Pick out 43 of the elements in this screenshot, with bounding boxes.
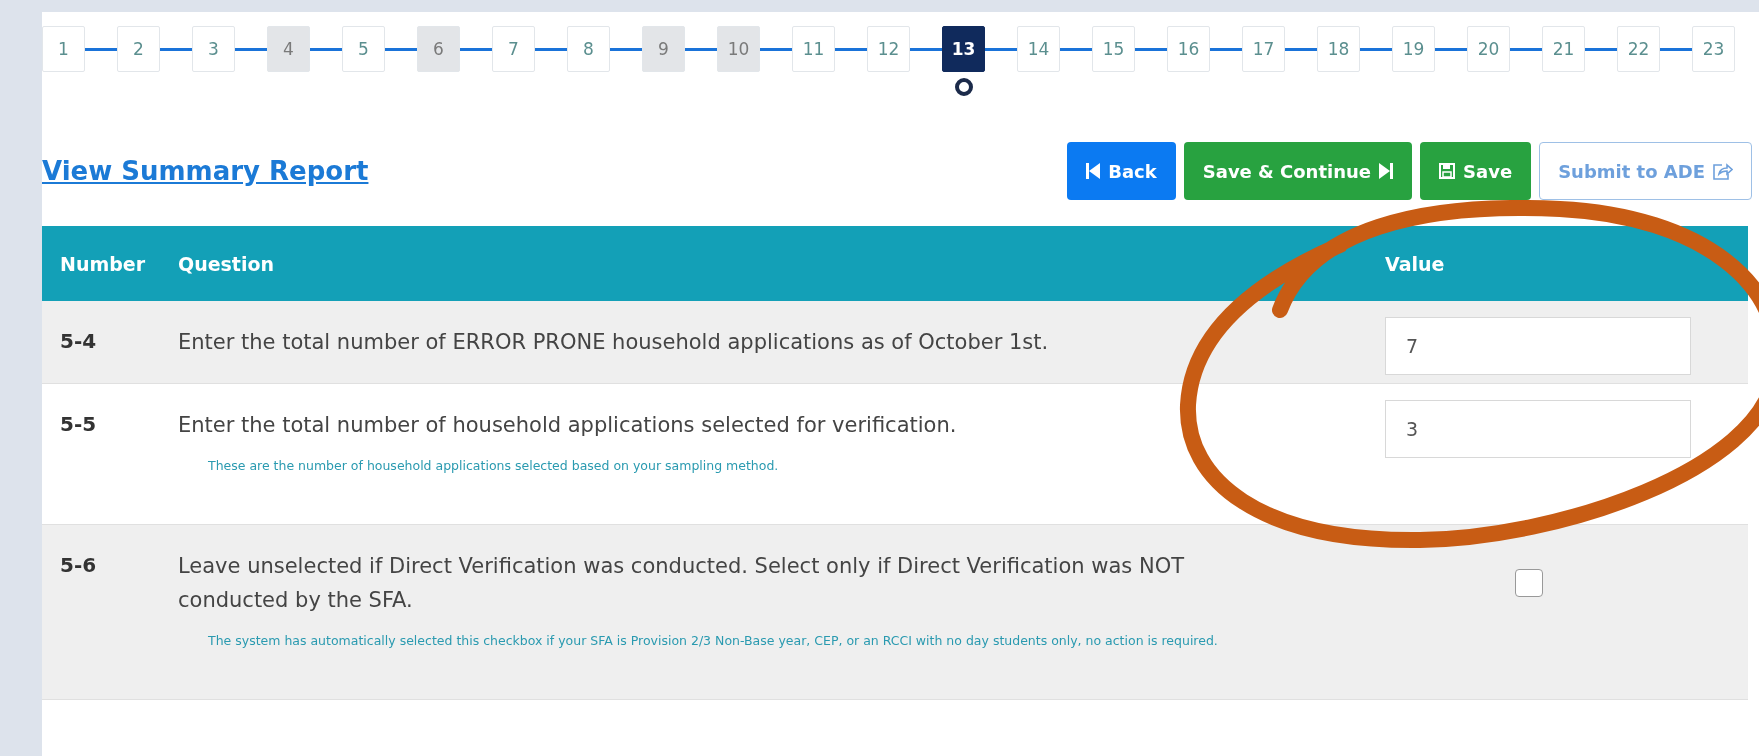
step-button[interactable]: 14 (1017, 26, 1060, 72)
question-text: Enter the total number of household applications selected for verification. (178, 413, 957, 437)
question-number: 5-5 (60, 412, 97, 436)
skip-back-icon (1086, 163, 1101, 179)
submit-button[interactable]: Submit to ADE (1539, 142, 1752, 200)
question-number: 5-4 (60, 329, 97, 353)
step-button[interactable]: 20 (1467, 26, 1510, 72)
value-field[interactable]: 7 (1385, 317, 1691, 375)
summary-report-link[interactable]: View Summary Report (42, 156, 369, 186)
save-icon (1439, 163, 1456, 179)
question-text: Enter the total number of ERROR PRONE household applications as of October 1st. (178, 330, 1049, 354)
back-button[interactable]: Back (1067, 142, 1176, 200)
continue-button[interactable]: Save & Continue (1183, 142, 1413, 200)
column-header: Number (59, 252, 147, 275)
step-button[interactable]: 22 (1617, 26, 1660, 72)
step-button[interactable]: 12 (867, 26, 910, 72)
skip-forward-icon (1379, 163, 1394, 179)
step-button[interactable]: 13 (942, 26, 985, 72)
step-button[interactable]: 21 (1542, 26, 1585, 72)
step-button[interactable]: 18 (1317, 26, 1360, 72)
step-button[interactable]: 15 (1092, 26, 1135, 72)
step-button[interactable]: 3 (192, 26, 235, 72)
question-number: 5-6 (60, 553, 97, 577)
step-button[interactable]: 2 (117, 26, 160, 72)
question-text: Leave unselected if Direct Verification was conducted. Select only if Direct Verification was NOT conducted by the SFA. (178, 554, 1184, 612)
step-button[interactable]: 19 (1392, 26, 1435, 72)
value-field[interactable]: 3 (1385, 400, 1691, 458)
column-header: Value (1384, 252, 1446, 275)
hint-text: These are the number of household applications selected based on your sampling method. (207, 457, 780, 475)
share-icon (1713, 162, 1733, 180)
step-button[interactable]: 11 (792, 26, 835, 72)
step-button[interactable]: 8 (567, 26, 610, 72)
step-button[interactable]: 7 (492, 26, 535, 72)
checkbox[interactable] (1515, 569, 1543, 597)
hint-text: The system has automatically selected this checkbox if your SFA is Provision 2/3 Non-Base year, CEP, or an RCCI with no day students only, no action is required. (207, 632, 1219, 650)
step-button[interactable]: 1 (42, 26, 85, 72)
column-header: Question (178, 252, 276, 275)
step-button[interactable]: 23 (1692, 26, 1735, 72)
step-button[interactable]: 17 (1242, 26, 1285, 72)
step-button[interactable]: 16 (1167, 26, 1210, 72)
current-step-icon (954, 78, 973, 96)
step-button[interactable]: 5 (342, 26, 385, 72)
save-button[interactable]: Save (1420, 142, 1532, 200)
